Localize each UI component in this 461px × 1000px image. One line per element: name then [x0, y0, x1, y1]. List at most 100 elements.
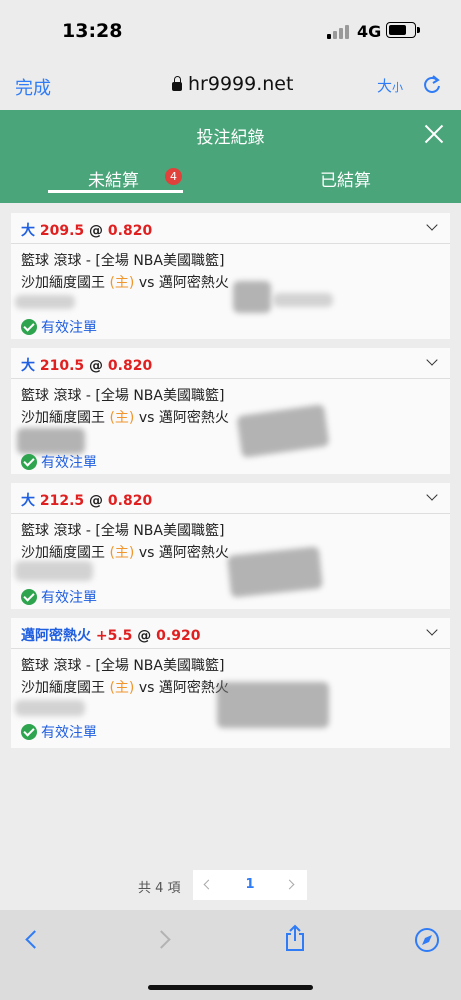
redacted-area: [273, 293, 333, 307]
close-icon[interactable]: [424, 124, 444, 144]
bet-at: @: [89, 493, 104, 509]
cellular-signal-icon: [327, 25, 349, 39]
redacted-area: [17, 428, 85, 454]
redacted-area: [15, 561, 93, 581]
compass-icon[interactable]: [414, 927, 440, 953]
home-team: 沙加緬度國王: [21, 680, 105, 696]
bet-card-header[interactable]: 大 209.5 @ 0.820: [11, 213, 450, 244]
bet-status: 有效注單: [21, 722, 97, 742]
bet-match: 沙加緬度國王 (主) vs 邁阿密熱火: [21, 677, 229, 697]
bet-at: @: [89, 358, 104, 374]
bet-match: 沙加緬度國王 (主) vs 邁阿密熱火: [21, 407, 229, 427]
bet-at: @: [89, 223, 104, 239]
browser-bar: 完成 hr9999.net 大小: [0, 62, 461, 110]
bet-line: 209.5: [39, 223, 85, 239]
unsettled-count-badge: 4: [165, 168, 182, 185]
bet-card-header[interactable]: 邁阿密熱火 +5.5 @ 0.920: [11, 618, 450, 649]
pagination: 1: [193, 870, 307, 900]
away-team: 邁阿密熱火: [158, 275, 229, 291]
check-circle-icon: [21, 454, 37, 470]
forward-icon[interactable]: [152, 930, 171, 949]
chevron-down-icon[interactable]: [426, 219, 438, 231]
bet-record-header: 投注紀錄 未結算 4 已結算: [0, 110, 461, 203]
redacted-area: [217, 682, 329, 728]
done-button[interactable]: 完成: [15, 74, 51, 100]
bet-odds: 0.820: [107, 358, 153, 374]
bet-pick: 大: [21, 223, 35, 239]
text-size-button[interactable]: 大小: [377, 75, 403, 96]
bet-card[interactable]: 大 209.5 @ 0.820 籃球 滾球 - [全場 NBA美國職籃] 沙加緬…: [11, 213, 450, 339]
vs-label: vs: [138, 545, 155, 561]
battery-icon: [386, 22, 420, 38]
bet-odds: 0.820: [107, 493, 153, 509]
bet-card[interactable]: 邁阿密熱火 +5.5 @ 0.920 籃球 滾球 - [全場 NBA美國職籃] …: [11, 618, 450, 748]
bet-status: 有效注單: [21, 452, 97, 472]
bet-league: 籃球 滾球 - [全場 NBA美國職籃]: [21, 658, 225, 674]
redacted-area: [15, 295, 75, 309]
vs-label: vs: [138, 275, 155, 291]
home-tag: (主): [109, 275, 135, 291]
url-text: hr9999.net: [188, 73, 294, 95]
check-circle-icon: [21, 724, 37, 740]
tab-unsettled[interactable]: 未結算: [88, 166, 139, 191]
vs-label: vs: [138, 680, 155, 696]
redacted-area: [236, 404, 330, 458]
home-indicator: [148, 985, 313, 990]
bet-league: 籃球 滾球 - [全場 NBA美國職籃]: [21, 253, 225, 269]
check-circle-icon: [21, 319, 37, 335]
bet-card[interactable]: 大 212.5 @ 0.820 籃球 滾球 - [全場 NBA美國職籃] 沙加緬…: [11, 483, 450, 609]
vs-label: vs: [138, 410, 155, 426]
active-tab-indicator: [48, 190, 183, 193]
clock: 13:28: [62, 20, 123, 42]
chevron-down-icon[interactable]: [426, 354, 438, 366]
bet-status-label: 有效注單: [41, 590, 97, 606]
home-team: 沙加緬度國王: [21, 545, 105, 561]
home-team: 沙加緬度國王: [21, 410, 105, 426]
redacted-area: [233, 281, 271, 313]
bet-at: @: [137, 628, 152, 644]
back-icon[interactable]: [25, 930, 44, 949]
bet-pick: 大: [21, 493, 35, 509]
share-icon[interactable]: [284, 924, 306, 952]
network-type: 4G: [357, 22, 382, 41]
redacted-area: [227, 546, 323, 598]
bet-pick: 邁阿密熱火: [21, 628, 91, 644]
page-title: 投注紀錄: [196, 128, 265, 148]
address-bar[interactable]: hr9999.net: [172, 73, 293, 95]
bet-match: 沙加緬度國王 (主) vs 邁阿密熱火: [21, 542, 229, 562]
redacted-area: [15, 700, 85, 716]
bet-line: +5.5: [95, 628, 133, 644]
bet-status-label: 有效注單: [41, 455, 97, 471]
bet-status: 有效注單: [21, 587, 97, 607]
chevron-down-icon[interactable]: [426, 489, 438, 501]
check-circle-icon: [21, 589, 37, 605]
reload-icon[interactable]: [422, 74, 442, 96]
home-tag: (主): [109, 680, 135, 696]
away-team: 邁阿密熱火: [158, 545, 229, 561]
away-team: 邁阿密熱火: [158, 410, 229, 426]
bet-card-header[interactable]: 大 212.5 @ 0.820: [11, 483, 450, 514]
bet-status: 有效注單: [21, 317, 97, 337]
bet-status-label: 有效注單: [41, 320, 97, 336]
bet-card[interactable]: 大 210.5 @ 0.820 籃球 滾球 - [全場 NBA美國職籃] 沙加緬…: [11, 348, 450, 474]
bet-match: 沙加緬度國王 (主) vs 邁阿密熱火: [21, 272, 229, 292]
bet-card-header[interactable]: 大 210.5 @ 0.820: [11, 348, 450, 379]
bet-league: 籃球 滾球 - [全場 NBA美國職籃]: [21, 388, 225, 404]
bet-pick: 大: [21, 358, 35, 374]
tab-settled[interactable]: 已結算: [320, 166, 371, 191]
status-bar: 13:28 4G: [0, 0, 461, 62]
text-size-small: 小: [392, 81, 404, 94]
chevron-down-icon[interactable]: [426, 624, 438, 636]
bet-line: 210.5: [39, 358, 85, 374]
bet-odds: 0.920: [156, 628, 201, 644]
bet-line: 212.5: [39, 493, 85, 509]
text-size-big: 大: [377, 77, 393, 95]
bet-odds: 0.820: [107, 223, 153, 239]
total-count: 共 4 項: [138, 881, 181, 896]
bet-status-label: 有效注單: [41, 725, 97, 741]
home-team: 沙加緬度國王: [21, 275, 105, 291]
lock-icon: [172, 75, 182, 91]
home-tag: (主): [109, 410, 135, 426]
bet-league: 籃球 滾球 - [全場 NBA美國職籃]: [21, 523, 225, 539]
home-tag: (主): [109, 545, 135, 561]
